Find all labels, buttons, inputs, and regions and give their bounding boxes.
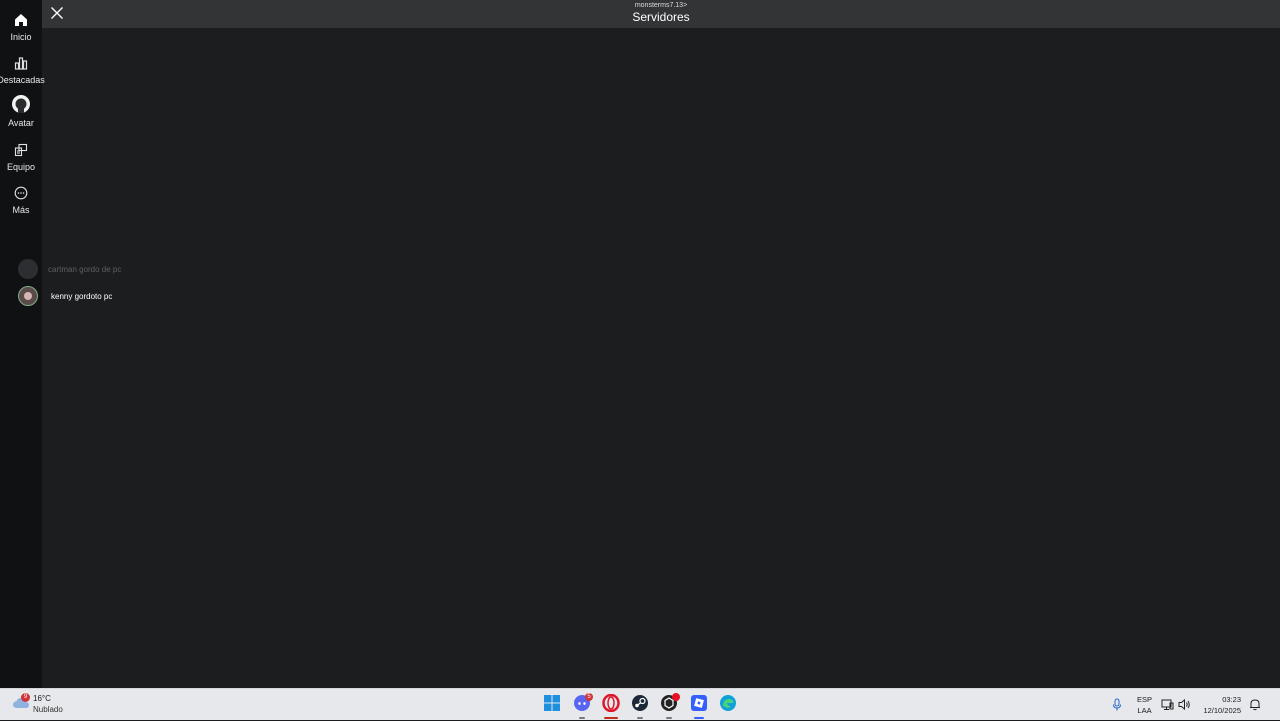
taskbar-app-steam[interactable] [628, 693, 652, 719]
notification-bell-icon[interactable] [1249, 698, 1261, 716]
weather-condition: Nublado [33, 705, 63, 714]
sidebar-item-equipo[interactable]: Equipo [0, 138, 42, 178]
sidebar-item-mas[interactable]: Más [0, 181, 42, 221]
volume-icon[interactable] [1178, 698, 1191, 716]
start-button[interactable] [540, 693, 564, 717]
player-name: cartman gordo de pc [48, 264, 122, 274]
sidebar-item-destacadas[interactable]: Destacadas [0, 51, 45, 91]
more-icon [13, 185, 29, 201]
sidebar-item-inicio[interactable]: Inicio [0, 8, 42, 48]
taskbar-app-roblox[interactable] [687, 693, 711, 719]
language-line-2: LAA [1137, 706, 1152, 715]
sidebar-item-label: Más [12, 205, 30, 215]
edge-icon [719, 694, 737, 717]
taskbar-app-discord[interactable]: 5 [570, 693, 594, 719]
inventory-icon [13, 142, 29, 158]
left-sidebar: Inicio Destacadas Avatar Equipo Más [0, 0, 45, 688]
player-name: kenny gordoto pc [48, 289, 116, 303]
header-subtitle: monsterms7.13> [634, 2, 688, 9]
system-tray: ESP LAA 03:23 12/10/2025 [1110, 689, 1270, 721]
roblox-app-window: Inicio Destacadas Avatar Equipo Más mons… [0, 0, 1280, 688]
player-list-item[interactable]: kenny gordoto pc [18, 285, 116, 307]
taskbar-app-opera[interactable] [599, 693, 623, 719]
avatar-icon [11, 94, 31, 114]
avatar [18, 286, 38, 306]
sidebar-item-label: Inicio [10, 32, 32, 42]
language-line-1: ESP [1137, 695, 1153, 704]
player-list-item[interactable]: cartman gordo de pc [18, 258, 121, 280]
home-icon [13, 12, 29, 28]
network-icon[interactable] [1161, 698, 1174, 716]
page-title: Servidores [632, 10, 690, 24]
sidebar-item-label: Avatar [8, 118, 34, 128]
clock-time: 03:23 [1222, 695, 1241, 704]
avatar [18, 259, 38, 279]
language-indicator[interactable]: ESP LAA [1137, 694, 1152, 716]
charts-icon [13, 55, 29, 71]
microphone-icon[interactable] [1112, 698, 1122, 717]
roblox-icon [690, 694, 708, 717]
opera-icon [602, 693, 620, 717]
weather-badge: 9 [21, 693, 30, 702]
sidebar-item-avatar[interactable]: Avatar [0, 94, 42, 134]
sidebar-item-label: Equipo [6, 162, 36, 172]
taskbar-app-edge[interactable] [716, 693, 740, 717]
system-clock[interactable]: 03:23 12/10/2025 [1196, 694, 1241, 716]
active-indicator [694, 717, 704, 719]
weather-widget[interactable]: 9 16°C Nublado [10, 693, 80, 717]
windows-icon [543, 694, 561, 717]
top-bar: monsterms7.13> Servidores [42, 0, 1280, 28]
notification-badge: 5 [585, 693, 593, 701]
steam-icon [631, 694, 649, 717]
windows-taskbar: 9 16°C Nublado 5 ESP LAA 03:23 12/10/202… [0, 688, 1280, 720]
taskbar-app-unity[interactable] [657, 693, 681, 719]
clock-date: 12/10/2025 [1203, 706, 1241, 715]
notification-dot [672, 693, 680, 701]
running-indicator [666, 717, 672, 719]
running-indicator [579, 717, 585, 719]
active-indicator [604, 717, 618, 719]
weather-temperature: 16°C [33, 694, 51, 703]
sidebar-item-label: Destacadas [0, 75, 45, 85]
running-indicator [637, 717, 643, 719]
